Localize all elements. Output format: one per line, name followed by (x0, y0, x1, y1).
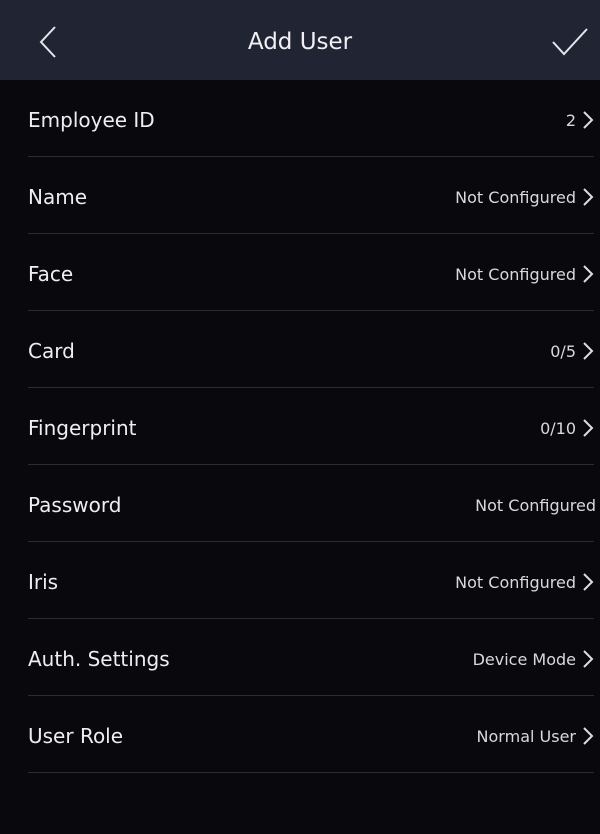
row-label: User Role (28, 724, 124, 748)
row-value: Normal User (476, 726, 576, 746)
page-title: Add User (247, 29, 353, 55)
row-label: Iris (28, 570, 59, 594)
row-value-group: 2 (566, 80, 594, 160)
row-value-group: Not Configured (455, 542, 594, 622)
row-user-role[interactable]: User Role Normal User (28, 696, 594, 773)
row-value: Not Configured (475, 495, 596, 515)
row-value: Not Configured (455, 572, 576, 592)
row-value: 0/10 (540, 418, 576, 438)
header-bar: Add User (0, 0, 600, 80)
checkmark-icon (552, 28, 588, 56)
row-label: Face (28, 262, 74, 286)
row-value: 2 (565, 110, 576, 130)
row-value-group: Device Mode (473, 619, 594, 699)
row-label: Password (28, 493, 122, 517)
row-password[interactable]: Password Not Configured (28, 465, 596, 545)
row-fingerprint[interactable]: Fingerprint 0/10 (28, 388, 594, 465)
row-face[interactable]: Face Not Configured (28, 234, 594, 311)
row-label: Name (28, 185, 88, 209)
row-label: Employee ID (28, 108, 155, 132)
row-value: Device Mode (472, 649, 576, 669)
row-value-group: 0/5 (550, 311, 594, 391)
row-value: 0/5 (550, 341, 576, 361)
chevron-right-icon (582, 418, 594, 438)
row-name[interactable]: Name Not Configured (28, 157, 594, 234)
chevron-right-icon (582, 649, 594, 669)
row-employee-id[interactable]: Employee ID 2 (28, 80, 594, 157)
row-iris[interactable]: Iris Not Configured (28, 542, 594, 619)
chevron-right-icon (582, 341, 594, 361)
row-value: Not Configured (455, 187, 576, 207)
chevron-right-icon (582, 264, 594, 284)
chevron-right-icon (582, 110, 594, 130)
row-label: Card (28, 339, 75, 363)
confirm-button[interactable] (542, 14, 598, 70)
row-value-group: 0/10 (540, 388, 594, 468)
row-value-group: Normal User (477, 696, 594, 776)
chevron-right-icon (582, 726, 594, 746)
row-card[interactable]: Card 0/5 (28, 311, 594, 388)
chevron-right-icon (582, 572, 594, 592)
row-label: Fingerprint (28, 416, 137, 440)
row-value: Not Configured (455, 264, 576, 284)
chevron-right-icon (582, 187, 594, 207)
row-value-group: Not Configured (455, 157, 594, 237)
user-field-list: Employee ID 2 Name Not Configured Face N… (0, 80, 600, 773)
row-value-group: Not Configured (475, 465, 596, 545)
add-user-screen: Add User Employee ID 2 Name Not Configur… (0, 0, 600, 834)
row-auth-settings[interactable]: Auth. Settings Device Mode (28, 619, 594, 696)
row-label: Auth. Settings (28, 647, 170, 671)
row-value-group: Not Configured (455, 234, 594, 314)
